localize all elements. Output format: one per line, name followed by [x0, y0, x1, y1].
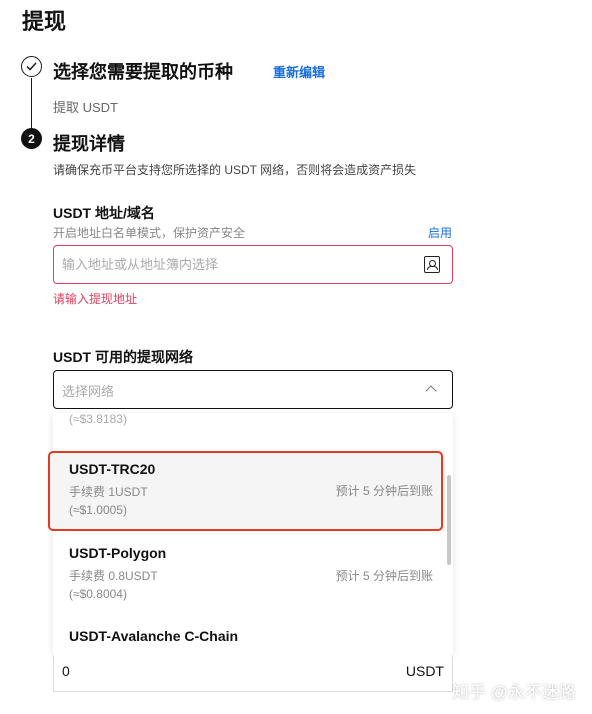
step2-number-badge: 2 [21, 128, 42, 149]
step1-check-icon [21, 56, 42, 77]
step1-title: 选择您需要提取的币种 [53, 62, 233, 82]
network-option-name: USDT-Avalanche C-Chain [69, 628, 239, 644]
network-option-name: USDT-Polygon [69, 545, 167, 561]
address-book-icon[interactable] [424, 256, 440, 273]
partial-option-usd: (≈$3.8183) [69, 413, 127, 426]
address-input[interactable] [62, 246, 412, 283]
network-option-eta: 预计 5 分钟后到账 [335, 484, 433, 498]
amount-unit: USDT [405, 663, 444, 679]
selected-currency: 提取 USDT [53, 100, 119, 115]
amount-input-box[interactable]: 0 USDT [53, 656, 453, 692]
address-whitelist-hint: 开启地址白名单模式，保护资产安全 [53, 226, 246, 240]
watermark: 知乎 @永不迷路 [452, 683, 576, 702]
dropdown-scrollbar[interactable] [447, 475, 451, 565]
network-option-usd: (≈$0.8004) [69, 587, 127, 601]
address-error-message: 请输入提现地址 [53, 292, 138, 306]
enable-whitelist-link[interactable]: 启用 [428, 224, 452, 241]
network-label: USDT 可用的提现网络 [53, 349, 193, 365]
network-option-name: USDT-TRC20 [69, 461, 156, 477]
network-option-trc20[interactable]: USDT-TRC20 手续费 1USDT (≈$1.0005) 预计 5 分钟后… [53, 451, 445, 531]
network-select[interactable]: 选择网络 [53, 370, 453, 409]
network-option-usd: (≈$1.0005) [69, 503, 127, 517]
network-option-avalanche[interactable]: USDT-Avalanche C-Chain [53, 628, 445, 656]
address-label: USDT 地址/域名 [53, 205, 155, 221]
amount-value: 0 [62, 663, 70, 679]
network-option-polygon[interactable]: USDT-Polygon 手续费 0.8USDT (≈$0.8004) 预计 5… [53, 543, 445, 613]
step2-title: 提现详情 [53, 134, 125, 154]
network-select-placeholder: 选择网络 [62, 384, 115, 399]
reedit-link[interactable]: 重新编辑 [273, 62, 325, 81]
network-option-eta: 预计 5 分钟后到账 [335, 569, 433, 583]
network-dropdown: (≈$3.8183) USDT-TRC20 手续费 1USDT (≈$1.000… [53, 413, 453, 656]
chevron-up-icon [425, 385, 437, 397]
step-connector [31, 78, 32, 130]
address-input-box[interactable] [53, 245, 453, 284]
step2-description: 请确保充币平台支持您所选择的 USDT 网络，否则将会造成资产损失 [53, 163, 417, 177]
page-title: 提现 [22, 9, 67, 34]
